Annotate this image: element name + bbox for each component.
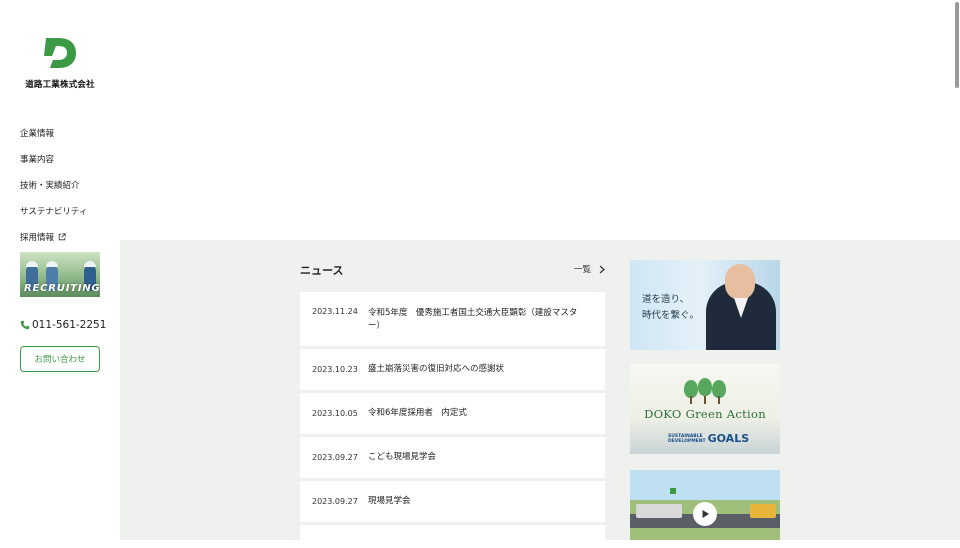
sdg-small-1: SUSTAINABLE xyxy=(668,433,703,439)
news-date: 2023.09.27 xyxy=(312,453,358,462)
phone-number: 011-561-2251 xyxy=(32,319,107,331)
nav-label: サステナビリティ xyxy=(20,207,88,217)
main-nav: 企業情報 事業内容 技術・実績紹介 サステナビリティ 採用情報 xyxy=(20,120,87,250)
message-text: 道を造り、 時代を繋ぐ。 xyxy=(642,292,699,324)
news-item[interactable]: 2023.10.05 令和6年度採用者 内定式 xyxy=(300,393,605,434)
chevron-right-icon xyxy=(599,265,605,273)
news-date: 2023.11.24 xyxy=(312,307,358,316)
nav-item-sustainability[interactable]: サステナビリティ xyxy=(20,198,87,224)
page-scrollbar[interactable] xyxy=(954,0,960,540)
green-action-title: DOKO Green Action xyxy=(644,407,766,421)
play-button[interactable] xyxy=(693,502,717,526)
nav-item-business[interactable]: 事業内容 xyxy=(20,146,87,172)
message-line-2: 時代を繋ぐ。 xyxy=(642,310,700,321)
logo-mark-icon xyxy=(44,38,76,68)
news-item[interactable]: 2023.09.27 こども現場見学会 xyxy=(300,437,605,478)
sidebar: 道路工業株式会社 企業情報 事業内容 技術・実績紹介 サステナビリティ 採用情報… xyxy=(0,0,120,540)
recruiting-label: RECRUITING xyxy=(24,283,100,294)
news-item[interactable]: 2023.11.24 令和5年度 優秀施工者国土交通大臣顕彰（建設マスター） xyxy=(300,292,605,346)
green-action-banner[interactable]: DOKO Green Action SUSTAINABLE DEVELOPMEN… xyxy=(630,364,780,454)
news-item[interactable]: 2023.10.23 盛土崩落災害の復旧対応への感謝状 xyxy=(300,349,605,390)
nav-item-technology[interactable]: 技術・実績紹介 xyxy=(20,172,87,198)
sdg-goals-text: GOALS xyxy=(707,432,750,445)
news-list: 2023.11.24 令和5年度 優秀施工者国土交通大臣顕彰（建設マスター） 2… xyxy=(300,292,605,548)
news-all-label: 一覧 xyxy=(574,265,592,275)
helmet xyxy=(26,261,38,267)
tree-icon xyxy=(680,378,730,404)
president-face xyxy=(725,264,755,300)
company-logo[interactable]: 道路工業株式会社 xyxy=(20,36,100,90)
news-date: 2023.09.27 xyxy=(312,497,358,506)
flag-icon xyxy=(670,488,676,494)
news-text: 現場見学会 xyxy=(368,496,411,506)
nav-item-company[interactable]: 企業情報 xyxy=(20,120,87,146)
company-name: 道路工業株式会社 xyxy=(25,80,95,90)
external-link-icon xyxy=(58,233,66,241)
message-banner[interactable]: 道を造り、 時代を繋ぐ。 xyxy=(630,260,780,350)
sdgs-logo: SUSTAINABLE DEVELOPMENT GOALS xyxy=(668,432,749,445)
news-text: 令和5年度 優秀施工者国土交通大臣顕彰（建設マスター） xyxy=(368,308,578,331)
news-heading: ニュース xyxy=(300,264,344,277)
nav-item-recruit[interactable]: 採用情報 xyxy=(20,224,87,250)
news-text: 盛土崩落災害の復旧対応への感謝状 xyxy=(368,364,505,374)
news-item[interactable] xyxy=(300,525,605,545)
nav-label: 技術・実績紹介 xyxy=(20,181,80,191)
helmet xyxy=(46,261,58,267)
message-line-1: 道を造り、 xyxy=(642,294,690,305)
news-text: こども現場見学会 xyxy=(368,452,437,462)
phone-icon xyxy=(20,320,30,330)
news-date: 2023.10.05 xyxy=(312,409,358,418)
news-all-link[interactable]: 一覧 xyxy=(574,263,605,275)
nav-label: 事業内容 xyxy=(20,155,55,165)
sdg-small-2: DEVELOPMENT xyxy=(668,438,706,444)
recruiting-banner[interactable]: RECRUITING xyxy=(20,252,100,297)
paving-machine-icon xyxy=(636,504,682,518)
news-text: 令和6年度採用者 内定式 xyxy=(368,408,467,418)
news-item[interactable]: 2023.09.27 現場見学会 xyxy=(300,481,605,522)
helmet xyxy=(84,261,96,267)
news-date: 2023.10.23 xyxy=(312,365,358,374)
scrollbar-thumb[interactable] xyxy=(955,2,959,88)
play-icon xyxy=(702,510,709,518)
roller-icon xyxy=(750,504,776,518)
nav-label: 採用情報 xyxy=(20,233,55,243)
contact-button[interactable]: お問い合わせ xyxy=(20,346,100,372)
nav-label: 企業情報 xyxy=(20,129,55,139)
video-banner[interactable] xyxy=(630,470,780,540)
phone-link[interactable]: 011-561-2251 xyxy=(20,319,106,331)
